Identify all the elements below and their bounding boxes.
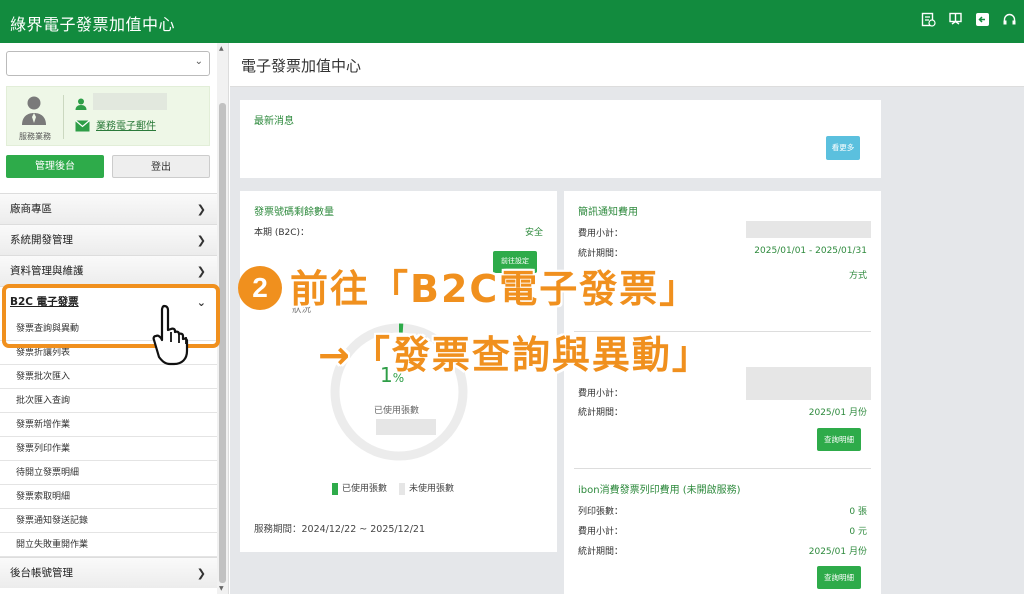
chevron-right-icon: ❯	[196, 234, 206, 247]
app-title: 綠界電子發票加值中心	[10, 15, 176, 34]
legend-label: 已使用張數	[342, 484, 388, 494]
news-title: 最新消息	[254, 116, 294, 127]
ibon-subtotal-label: 費用小計：	[578, 527, 624, 537]
step-callout: 2 前往「B2C電子發票」 →「發票查詢與異動」	[238, 262, 878, 392]
chevron-right-icon: ❯	[196, 567, 206, 580]
section-divider	[574, 468, 871, 469]
submenu-item[interactable]: 發票通知發送記錄	[0, 509, 218, 533]
top-icons	[920, 11, 1018, 28]
menu-item-label: 系統開發管理	[10, 234, 73, 246]
sidebar-menu: 廠商專區 ❯ 系統開發管理 ❯ 資料管理與維護 ❯ B2C 電子發票 ⌄ 發票查詢與異動…	[0, 193, 218, 588]
legend-used: 已使用張數	[332, 481, 387, 495]
pointer-hand-icon	[152, 304, 189, 366]
menu-item-backend-accounts[interactable]: 後台帳號管理 ❯	[0, 557, 218, 588]
page-title: 電子發票加值中心	[241, 57, 362, 75]
ibon-count-value: 0 張	[849, 507, 867, 517]
second-detail-button[interactable]: 查詢明細	[817, 428, 861, 451]
scrollbar-thumb[interactable]	[219, 103, 226, 583]
user-name-placeholder	[93, 93, 167, 110]
menu-item-data-management[interactable]: 資料管理與維護 ❯	[0, 255, 218, 286]
avatar	[21, 95, 47, 127]
scroll-down-icon[interactable]: ▼	[219, 585, 224, 592]
submenu-item[interactable]: 待開立發票明細	[0, 461, 218, 485]
headset-icon[interactable]	[1001, 11, 1018, 28]
used-count-placeholder	[376, 419, 436, 435]
submenu-item[interactable]: 發票新增作業	[0, 413, 218, 437]
ibon-count-label: 列印張數：	[578, 507, 624, 517]
menu-item-label: 後台帳號管理	[10, 567, 73, 579]
legend-label: 未使用張數	[409, 484, 455, 494]
admin-button[interactable]: 管理後台	[6, 155, 104, 178]
ibon-fee-title: ibon消費發票列印費用 (未開啟服務)	[578, 485, 741, 496]
scroll-up-icon[interactable]: ▲	[219, 45, 224, 52]
chevron-down-icon: ⌄	[194, 56, 203, 67]
ibon-detail-button[interactable]: 查詢明細	[817, 566, 861, 589]
chevron-right-icon: ❯	[196, 265, 206, 278]
sales-email-link[interactable]: 業務電子郵件	[96, 117, 156, 132]
book-icon[interactable]	[947, 11, 964, 28]
logout-button[interactable]: 登出	[112, 155, 210, 178]
back-arrow-icon[interactable]	[974, 11, 991, 28]
account-select[interactable]: ⌄	[6, 51, 210, 76]
second-period-value: 2025/01 月份	[808, 408, 867, 418]
submenu-item[interactable]: 發票列印作業	[0, 437, 218, 461]
legend-swatch	[332, 482, 338, 495]
document-sync-icon[interactable]	[920, 11, 937, 28]
news-card: 最新消息 看更多	[240, 100, 881, 178]
second-period-label: 統計期間：	[578, 408, 624, 418]
ibon-period-label: 統計期間：	[578, 547, 624, 557]
submenu-item[interactable]: 發票批次匯入	[0, 365, 218, 389]
step-badge: 2	[238, 266, 282, 310]
sms-fee-title: 簡訊通知費用	[578, 207, 638, 218]
submenu-item[interactable]: 發票索取明細	[0, 485, 218, 509]
menu-item-label: 廠商專區	[10, 203, 52, 215]
page-header: 電子發票加值中心	[230, 43, 1024, 87]
legend-swatch	[399, 482, 406, 495]
fee-card: 簡訊通知費用 費用小計： 統計期間： 2025/01/01 - 2025/01/…	[564, 191, 881, 594]
sms-period-value: 2025/01/01 - 2025/01/31	[754, 246, 867, 256]
legend-unused: 未使用張數	[399, 481, 454, 495]
ibon-period-value: 2025/01 月份	[808, 547, 867, 557]
remaining-title: 發票號碼剩餘數量	[254, 207, 334, 218]
service-period: 服務期間：2024/12/22 ~ 2025/12/21	[254, 524, 426, 535]
profile-divider	[63, 95, 64, 139]
donut-legend: 已使用張數 未使用張數	[332, 481, 454, 495]
profile-card: 服務業務 業務電子郵件	[6, 86, 210, 146]
avatar-label: 服務業務	[19, 132, 51, 141]
period-label: 本期 (B2C)：	[254, 228, 310, 238]
used-count-label: 已使用張數	[374, 406, 420, 416]
ibon-subtotal-value: 0 元	[849, 527, 867, 537]
submenu-item[interactable]: 開立失敗重開作業	[0, 533, 218, 557]
callout-line-1: 前往「B2C電子發票」	[290, 267, 700, 311]
menu-item-label: 資料管理與維護	[10, 265, 84, 277]
sms-subtotal-label: 費用小計：	[578, 229, 624, 239]
more-news-button[interactable]: 看更多	[826, 136, 860, 160]
mail-icon	[75, 117, 90, 132]
user-icon	[75, 95, 87, 110]
submenu-item[interactable]: 批次匯入查詢	[0, 389, 218, 413]
menu-item-system-dev[interactable]: 系統開發管理 ❯	[0, 224, 218, 255]
callout-line-2: →「發票查詢與異動」	[318, 333, 712, 377]
top-bar: 綠界電子發票加值中心	[0, 0, 1024, 43]
status-badge: 安全	[524, 228, 543, 238]
chevron-right-icon: ❯	[196, 203, 206, 216]
sms-subtotal-placeholder	[746, 221, 871, 238]
menu-item-vendor[interactable]: 廠商專區 ❯	[0, 193, 218, 224]
